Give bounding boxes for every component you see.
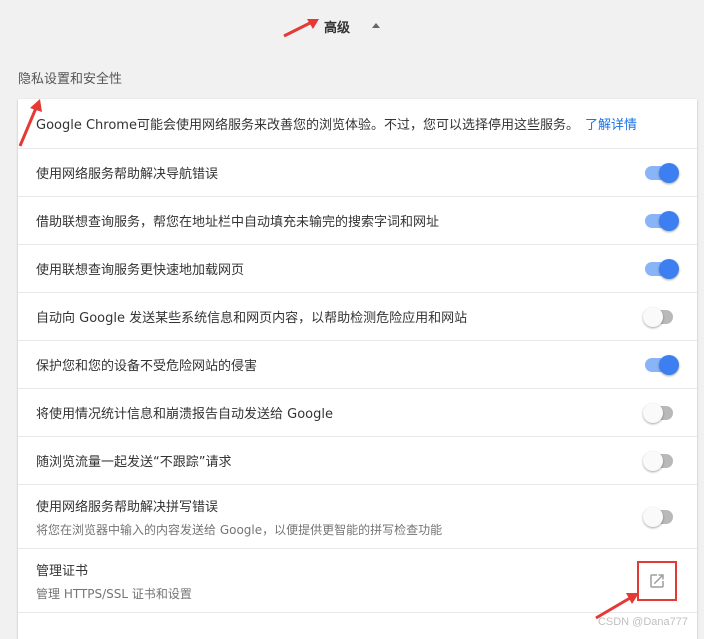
intro-row: Google Chrome可能会使用网络服务来改善您的浏览体验。不过，您可以选择…: [18, 99, 697, 149]
setting-label: 使用网络服务帮助解决导航错误: [36, 167, 219, 182]
toggle-switch[interactable]: [645, 162, 679, 183]
open-external-button[interactable]: [637, 560, 677, 601]
setting-label: 自动向 Google 发送某些系统信息和网页内容，以帮助检测危险应用和网站: [36, 311, 468, 326]
spellcheck-label: 使用网络服务帮助解决拼写错误: [36, 499, 219, 515]
setting-label: 将使用情况统计信息和崩溃报告自动发送给 Google: [36, 407, 333, 422]
advanced-header[interactable]: 高级: [0, 0, 704, 52]
setting-label: 随浏览流量一起发送“不跟踪”请求: [36, 455, 232, 470]
setting-row[interactable]: 保护您和您的设备不受危险网站的侵害: [18, 341, 697, 389]
setting-label: 使用联想查询服务更快速地加载网页: [36, 263, 245, 278]
setting-row[interactable]: 使用联想查询服务更快速地加载网页: [18, 245, 697, 293]
spellcheck-sublabel: 将您在浏览器中输入的内容发送给 Google，以便提供更智能的拼写检查功能: [36, 522, 443, 537]
toggle-switch[interactable]: [643, 506, 675, 527]
setting-row[interactable]: 将使用情况统计信息和崩溃报告自动发送给 Google: [18, 389, 697, 437]
caret-up-icon[interactable]: [372, 23, 380, 28]
watermark: CSDN @Dana777: [597, 616, 688, 628]
setting-row[interactable]: 自动向 Google 发送某些系统信息和网页内容，以帮助检测危险应用和网站: [18, 293, 697, 341]
certificates-label: 管理证书: [36, 563, 89, 579]
toggle-switch[interactable]: [643, 306, 675, 327]
section-title: 隐私设置和安全性: [18, 72, 123, 87]
toggle-switch[interactable]: [643, 450, 675, 471]
toggle-switch[interactable]: [645, 258, 679, 279]
toggle-switch[interactable]: [643, 402, 675, 423]
privacy-settings-card: Google Chrome可能会使用网络服务来改善您的浏览体验。不过，您可以选择…: [18, 99, 697, 639]
setting-label: 保护您和您的设备不受危险网站的侵害: [36, 359, 258, 374]
open-in-new-icon: [650, 573, 664, 588]
toggle-switch[interactable]: [645, 210, 679, 231]
intro-text: Google Chrome可能会使用网络服务来改善您的浏览体验。不过，您可以选择…: [36, 118, 637, 133]
certificates-sublabel: 管理 HTTPS/SSL 证书和设置: [36, 586, 192, 601]
toggle-switch[interactable]: [645, 354, 679, 375]
manage-certificates-row[interactable]: 管理证书 管理 HTTPS/SSL 证书和设置: [18, 549, 697, 613]
setting-row[interactable]: 使用网络服务帮助解决导航错误: [18, 149, 697, 197]
setting-row[interactable]: 借助联想查询服务，帮您在地址栏中自动填充未输完的搜索字词和网址: [18, 197, 697, 245]
advanced-title[interactable]: 高级: [324, 17, 350, 36]
spellcheck-row[interactable]: 使用网络服务帮助解决拼写错误 将您在浏览器中输入的内容发送给 Google，以便…: [18, 485, 697, 549]
setting-row[interactable]: 随浏览流量一起发送“不跟踪”请求: [18, 437, 697, 485]
setting-label: 借助联想查询服务，帮您在地址栏中自动填充未输完的搜索字词和网址: [36, 215, 440, 230]
learn-more-link[interactable]: 了解详情: [585, 118, 637, 133]
